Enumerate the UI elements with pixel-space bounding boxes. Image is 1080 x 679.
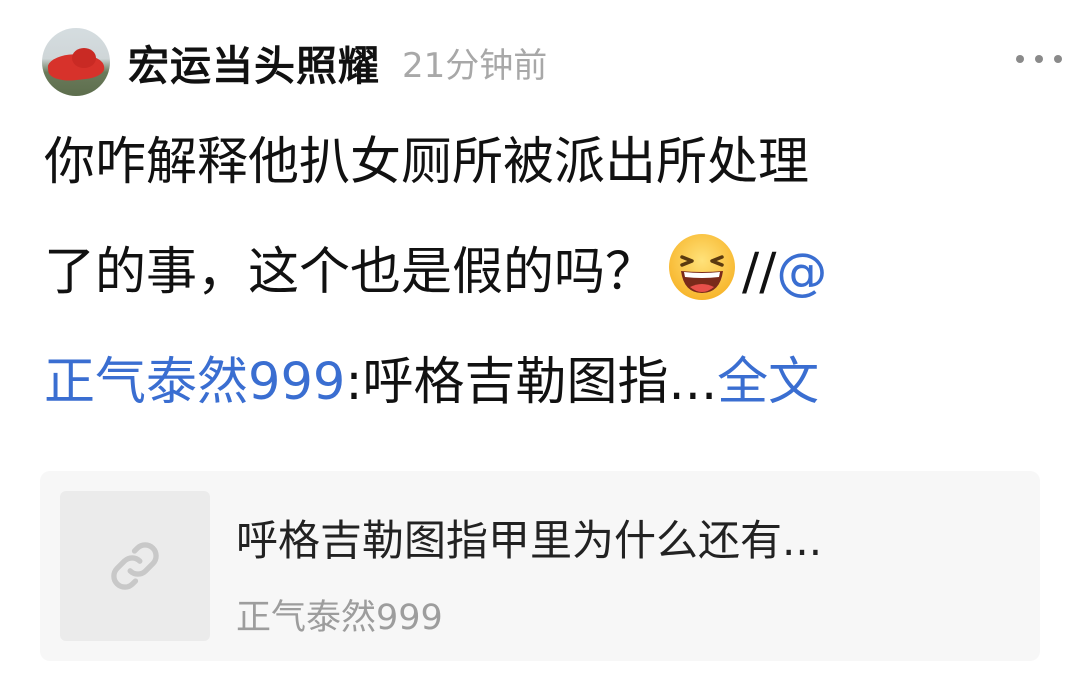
card-title: 呼格吉勒图指甲里为什么还有... [236, 516, 823, 565]
dot [1016, 55, 1024, 63]
username[interactable]: 宏运当头照耀 [128, 32, 380, 92]
post-text-line-1: 你咋解释他扒女厕所被派出所处理 [44, 133, 810, 192]
post-text-line-2: 了的事，这个也是假的吗？ //@ [44, 218, 1034, 328]
post-text: 你咋解释他扒女厕所被派出所处理 了的事，这个也是假的吗？ //@ 正气泰然999… [44, 108, 1034, 438]
link-icon [111, 542, 159, 590]
more-options-icon[interactable] [1016, 52, 1062, 66]
mention-at-sign[interactable]: @ [776, 243, 827, 302]
repost-separator: // [742, 243, 777, 302]
avatar-image-detail [72, 48, 96, 68]
mention-link[interactable]: 正气泰然999 [44, 353, 345, 412]
linked-article-card[interactable]: 呼格吉勒图指甲里为什么还有... 正气泰然999 [40, 471, 1040, 661]
post-text-line-3: 正气泰然999:呼格吉勒图指...全文 [44, 328, 1034, 438]
laughing-emoji-icon [669, 234, 736, 300]
weibo-post: 宏运当头照耀 21分钟前 你咋解释他扒女厕所被派出所处理 了的事，这个也是假的吗… [0, 0, 1080, 679]
post-time: 21分钟前 [402, 45, 548, 86]
card-author: 正气泰然999 [236, 598, 443, 638]
post-header: 宏运当头照耀 21分钟前 [42, 28, 1040, 96]
avatar[interactable] [42, 28, 110, 96]
full-text-link[interactable]: 全文 [717, 353, 819, 412]
dot [1035, 55, 1043, 63]
post-text-segment: :呼格吉勒图指... [345, 353, 718, 412]
dot [1054, 55, 1062, 63]
card-thumbnail [60, 491, 210, 641]
post-text-segment: 了的事，这个也是假的吗？ [44, 243, 657, 302]
